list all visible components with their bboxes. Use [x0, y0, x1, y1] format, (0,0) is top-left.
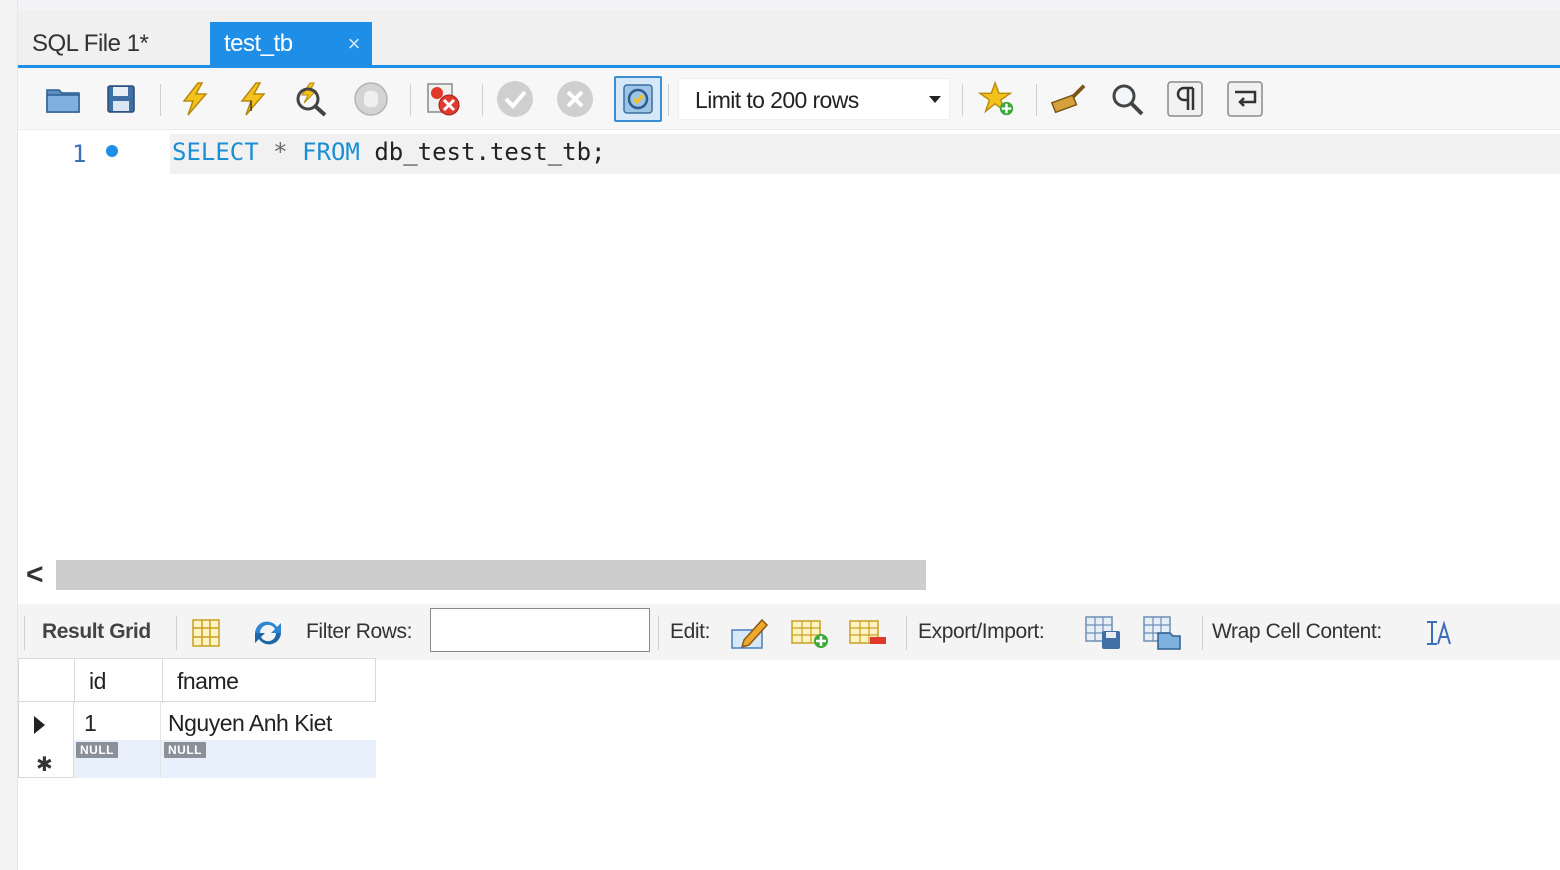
- statement-marker-icon: [106, 145, 118, 157]
- tab-label: test_tb: [224, 30, 293, 57]
- svg-text:I: I: [249, 99, 253, 115]
- toolbar-separator: [176, 616, 177, 650]
- tab-sql-file-1[interactable]: SQL File 1*: [18, 22, 210, 66]
- word-wrap-icon[interactable]: [1226, 80, 1264, 118]
- column-header-id[interactable]: id: [75, 659, 163, 703]
- filter-rows-input[interactable]: [430, 608, 650, 652]
- result-toolbar: Result Grid Filter Rows: Edit: Export/Im…: [18, 604, 1560, 660]
- keyword-from: FROM: [302, 138, 360, 166]
- toolbar-separator: [160, 84, 161, 116]
- scroll-left-icon[interactable]: <: [26, 558, 44, 592]
- edit-label: Edit:: [670, 620, 711, 643]
- cell-id[interactable]: 1: [84, 704, 97, 742]
- new-row-marker-icon: ✱: [36, 754, 53, 776]
- left-gutter: [0, 0, 18, 870]
- new-row[interactable]: NULL NULL: [74, 740, 376, 778]
- toolbar-separator: [482, 84, 483, 116]
- refresh-icon[interactable]: [248, 614, 288, 652]
- column-divider: [160, 702, 161, 778]
- sql-editor[interactable]: 1 SELECT * FROM db_test.test_tb;: [18, 130, 1560, 558]
- explain-magnifier-icon[interactable]: [292, 80, 330, 118]
- add-snippet-star-icon[interactable]: [978, 80, 1016, 118]
- open-folder-icon[interactable]: [44, 80, 82, 118]
- wrap-text-icon[interactable]: [1418, 614, 1458, 652]
- grid-header: id fname: [18, 658, 376, 703]
- export-icon[interactable]: [1084, 614, 1124, 652]
- add-row-icon[interactable]: [790, 614, 830, 652]
- code-line[interactable]: SELECT * FROM db_test.test_tb;: [172, 138, 606, 166]
- table-identifier: db_test.test_tb;: [374, 138, 606, 166]
- current-row-arrow-icon: [34, 716, 45, 734]
- editor-horizontal-scrollbar[interactable]: <: [18, 558, 1560, 592]
- toolbar-separator: [906, 616, 907, 650]
- scrollbar-thumb[interactable]: [56, 560, 926, 590]
- tab-bar: SQL File 1* test_tb ×: [18, 10, 1560, 68]
- execute-lightning-icon[interactable]: [176, 80, 214, 118]
- line-number: 1: [72, 140, 87, 168]
- null-badge[interactable]: NULL: [164, 742, 206, 758]
- toolbar-separator: [1036, 84, 1037, 116]
- import-icon[interactable]: [1142, 614, 1182, 652]
- stop-hand-icon[interactable]: [352, 80, 390, 118]
- window-top-strip: [0, 0, 1560, 10]
- save-icon[interactable]: [102, 80, 140, 118]
- stop-on-error-icon[interactable]: [424, 80, 462, 118]
- column-header-fname[interactable]: fname: [163, 659, 376, 703]
- tab-test-tb[interactable]: test_tb ×: [210, 22, 372, 66]
- toolbar-separator: [658, 616, 659, 650]
- execute-current-lightning-icon[interactable]: I: [234, 80, 272, 118]
- limit-rows-select[interactable]: Limit to 200 rows: [678, 78, 950, 120]
- rollback-x-icon[interactable]: [556, 80, 594, 118]
- export-import-label: Export/Import:: [918, 620, 1045, 643]
- find-icon[interactable]: [1108, 80, 1146, 118]
- toolbar-separator: [24, 616, 25, 650]
- asterisk-token: *: [273, 138, 288, 166]
- result-grid[interactable]: id fname ✱ 1 Nguyen Anh Kiet NULL NULL: [18, 658, 376, 778]
- toolbar-separator: [410, 84, 411, 116]
- toolbar-separator: [1202, 616, 1203, 650]
- close-icon[interactable]: ×: [348, 22, 361, 66]
- commit-check-icon[interactable]: [496, 80, 534, 118]
- edit-pencil-icon[interactable]: [730, 614, 770, 652]
- delete-row-icon[interactable]: [848, 614, 888, 652]
- tab-label: SQL File 1*: [32, 30, 149, 57]
- null-badge[interactable]: NULL: [76, 742, 118, 758]
- cell-fname[interactable]: Nguyen Anh Kiet: [168, 704, 332, 742]
- wrap-cell-content-label: Wrap Cell Content:: [1212, 620, 1382, 643]
- limit-rows-label: Limit to 200 rows: [695, 87, 859, 113]
- grid-layout-icon[interactable]: [186, 614, 226, 652]
- chevron-down-icon: [929, 96, 941, 103]
- table-row[interactable]: 1 Nguyen Anh Kiet: [74, 704, 376, 742]
- sql-editor-toolbar: I Limit to 200 rows: [18, 68, 1560, 130]
- result-grid-label[interactable]: Result Grid: [42, 620, 151, 644]
- autocommit-toggle-icon[interactable]: [614, 76, 662, 122]
- grid-corner[interactable]: [19, 659, 75, 703]
- filter-rows-label: Filter Rows:: [306, 620, 413, 643]
- invisible-chars-pilcrow-icon[interactable]: [1166, 80, 1204, 118]
- toolbar-separator: [668, 84, 669, 116]
- toolbar-separator: [962, 84, 963, 116]
- keyword-select: SELECT: [172, 138, 259, 166]
- beautify-broom-icon[interactable]: [1048, 80, 1086, 118]
